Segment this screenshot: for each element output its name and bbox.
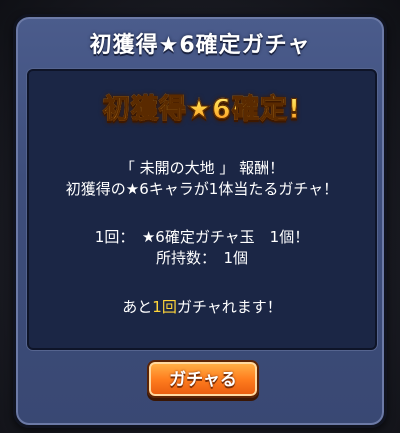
remaining-suffix: ガチャれます！ xyxy=(176,298,282,316)
remaining-count: 1回 xyxy=(152,298,177,316)
dialog-title: 初獲得★6確定ガチャ xyxy=(89,33,311,58)
headline-banner: 初獲得★6確定! xyxy=(29,87,375,126)
gacha-dialog: 初獲得★6確定ガチャ 初獲得★6確定! 「 未開の大地 」 報酬！ 初獲得の★6… xyxy=(13,14,387,428)
cost-text: 1回： ★6確定ガチャ玉 1個！ xyxy=(94,228,310,246)
owned-count-text: 所持数： 1個 xyxy=(155,249,249,267)
remaining-text: あと1回ガチャれます！ xyxy=(29,297,375,318)
remaining-prefix: あと xyxy=(122,298,153,316)
reward-source-text: 「 未開の大地 」 報酬！ xyxy=(119,159,285,177)
gacha-button[interactable]: ガチャる xyxy=(147,360,259,398)
info-panel: 初獲得★6確定! 「 未開の大地 」 報酬！ 初獲得の★6キャラが1体当たるガチ… xyxy=(27,69,377,350)
description-text: 初獲得の★6キャラが1体当たるガチャ！ xyxy=(65,180,339,198)
